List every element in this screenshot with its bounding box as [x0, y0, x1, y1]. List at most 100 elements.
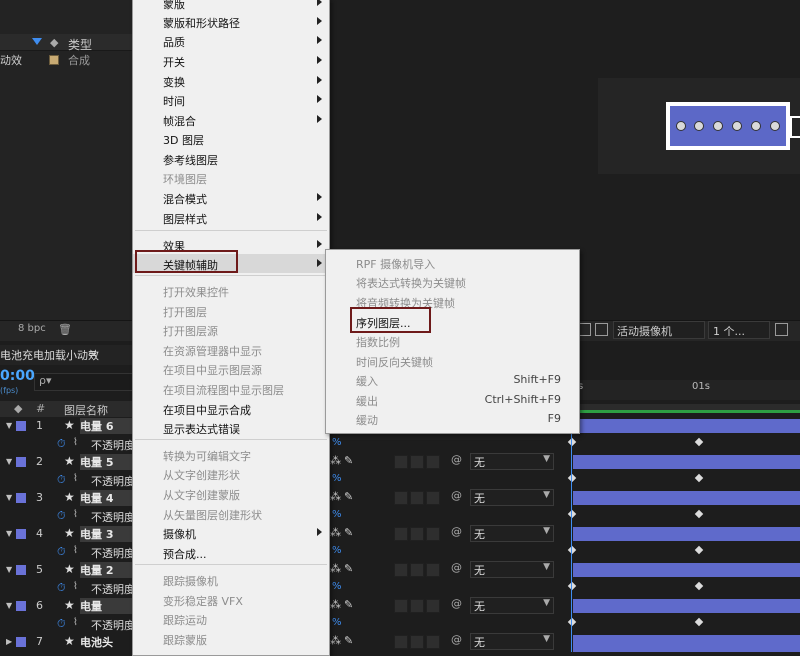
quality-switch-icon[interactable]: ✎ — [344, 634, 353, 647]
layer-name[interactable]: 电量 6 — [80, 418, 132, 434]
layer-duration-bar[interactable] — [573, 491, 800, 505]
menu-item-layer-styles[interactable]: 图层样式 — [133, 208, 329, 227]
menu-item-pre-compose[interactable]: 预合成... — [133, 543, 329, 562]
menu-item-open-effect-controls[interactable]: 打开效果控件 — [133, 281, 329, 300]
menu-item-create-shapes-from-text[interactable]: 从文字创建形状 — [133, 464, 329, 483]
layer-duration-bar[interactable] — [573, 563, 800, 577]
camera-select[interactable]: 活动摄像机 — [613, 321, 705, 339]
switch-box[interactable] — [426, 455, 440, 469]
parent-select[interactable]: 无 ▼ — [470, 633, 554, 650]
keyframe[interactable] — [567, 509, 577, 519]
switch-box[interactable] — [426, 599, 440, 613]
shy-switch-icon[interactable]: ⁂ — [330, 454, 341, 467]
quality-switch-icon[interactable]: ✎ — [344, 526, 353, 539]
menu-item-exponential-scale[interactable]: 指数比例 — [326, 331, 579, 350]
layer-duration-bar[interactable] — [573, 419, 800, 433]
expand-arrow-icon[interactable]: ▼ — [6, 565, 12, 574]
timeline-tab[interactable]: 电池充电加载小动效 ≡ — [0, 345, 132, 365]
layer-name[interactable]: 电量 4 — [80, 490, 132, 506]
shy-switch-icon[interactable]: ⁂ — [330, 526, 341, 539]
switch-box[interactable] — [426, 527, 440, 541]
menu-item-create-shapes-from-vector[interactable]: 从矢量图层创建形状 — [133, 504, 329, 523]
motion-blur-icon[interactable]: @ — [451, 633, 462, 646]
quality-switch-icon[interactable]: ✎ — [344, 598, 353, 611]
grid-icon[interactable] — [595, 323, 608, 336]
bpc-button[interactable]: 8 bpc — [18, 323, 46, 334]
keyframe[interactable] — [567, 545, 577, 555]
graph-icon[interactable]: ⌇ — [73, 581, 78, 592]
layer-row[interactable]: ▼ 5 ★ 电量 2 — [0, 561, 132, 579]
layer-color-swatch[interactable] — [16, 421, 26, 431]
layer-color-swatch[interactable] — [16, 457, 26, 467]
switch-box[interactable] — [410, 527, 424, 541]
keyframe[interactable] — [567, 617, 577, 627]
view-options-icon[interactable] — [775, 323, 788, 336]
property-row[interactable]: ⏱ ⌇ 不透明度 — [0, 615, 135, 633]
menu-item-track-mask[interactable]: 跟踪蒙版 — [133, 629, 329, 648]
menu-item-track-camera[interactable]: 跟踪摄像机 — [133, 570, 329, 589]
menu-item-reveal-comp-in-project[interactable]: 在项目中显示合成 — [133, 399, 329, 418]
opacity-value[interactable]: % — [332, 545, 342, 556]
switch-box[interactable] — [394, 527, 408, 541]
switch-box[interactable] — [426, 563, 440, 577]
motion-blur-icon[interactable]: @ — [451, 489, 462, 502]
menu-item-open-layer-source[interactable]: 打开图层源 — [133, 320, 329, 339]
menu-item-warp-stabilizer[interactable]: 变形稳定器 VFX — [133, 590, 329, 609]
layer-name[interactable]: 电量 — [80, 598, 132, 614]
menu-item-switches[interactable]: 开关 — [133, 51, 329, 70]
layer-row[interactable]: ▼ 6 ★ 电量 — [0, 597, 132, 615]
shy-switch-icon[interactable]: ⁂ — [330, 490, 341, 503]
stopwatch-icon[interactable]: ⏱ — [57, 509, 66, 523]
expand-arrow-icon[interactable]: ▼ — [6, 493, 12, 502]
keyframe[interactable] — [694, 473, 704, 483]
stopwatch-icon[interactable]: ⏱ — [57, 437, 66, 451]
keyframe[interactable] — [694, 581, 704, 591]
motion-blur-icon[interactable]: @ — [451, 453, 462, 466]
layer-row[interactable]: ▼ 1 ★ 电量 6 — [0, 417, 132, 435]
layer-row[interactable]: ▼ 4 ★ 电量 3 — [0, 525, 132, 543]
menu-item-time-reverse-keyframes[interactable]: 时间反向关键帧 — [326, 351, 579, 370]
graph-icon[interactable]: ⌇ — [73, 509, 78, 520]
keyframe[interactable] — [567, 581, 577, 591]
opacity-value[interactable]: % — [332, 509, 342, 520]
parent-select[interactable]: 无 ▼ — [470, 561, 554, 578]
property-row[interactable]: ⏱ ⌇ 不透明度 — [0, 579, 135, 597]
property-row[interactable]: ⏱ ⌇ 不透明度 — [0, 507, 135, 525]
column-number[interactable]: # — [36, 402, 45, 415]
menu-item-environment-layer[interactable]: 环境图层 — [133, 168, 329, 187]
keyframe[interactable] — [567, 437, 577, 447]
property-row[interactable]: ⏱ ⌇ 不透明度 — [0, 435, 135, 453]
layer-search-input[interactable]: ρ▾ — [34, 373, 134, 391]
switch-box[interactable] — [394, 599, 408, 613]
keyframe[interactable] — [694, 437, 704, 447]
layer-duration-bar[interactable] — [573, 599, 800, 613]
graph-icon[interactable]: ⌇ — [73, 617, 78, 628]
parent-select[interactable]: 无 ▼ — [470, 525, 554, 542]
views-select[interactable]: 1 个... — [708, 321, 770, 339]
keyframe[interactable] — [694, 545, 704, 555]
menu-item-create-masks-from-text[interactable]: 从文字创建蒙版 — [133, 484, 329, 503]
expand-arrow-icon[interactable]: ▼ — [6, 421, 12, 430]
graph-icon[interactable]: ⌇ — [73, 473, 78, 484]
switch-box[interactable] — [394, 455, 408, 469]
menu-item-easy-ease-in[interactable]: 缓入 Shift+F9 — [326, 370, 579, 389]
menu-item-time[interactable]: 时间 — [133, 90, 329, 109]
expand-arrow-icon[interactable]: ▼ — [6, 529, 12, 538]
layer-color-swatch[interactable] — [16, 529, 26, 539]
graph-icon[interactable]: ⌇ — [73, 545, 78, 556]
quality-switch-icon[interactable]: ✎ — [344, 490, 353, 503]
menu-item-blending-mode[interactable]: 混合模式 — [133, 188, 329, 207]
keyframe[interactable] — [694, 509, 704, 519]
layer-name[interactable]: 电量 3 — [80, 526, 132, 542]
layer-color-swatch[interactable] — [16, 637, 26, 647]
menu-item-mask[interactable]: 蒙版 — [133, 0, 329, 12]
menu-item-3d-layer[interactable]: 3D 图层 — [133, 129, 329, 148]
switch-box[interactable] — [394, 491, 408, 505]
switch-box[interactable] — [410, 491, 424, 505]
opacity-value[interactable]: % — [332, 473, 342, 484]
parent-select[interactable]: 无 ▼ — [470, 597, 554, 614]
layer-color-swatch[interactable] — [16, 565, 26, 575]
switch-box[interactable] — [426, 635, 440, 649]
layer-name[interactable]: 电量 5 — [80, 454, 132, 470]
layer-duration-bar[interactable] — [573, 635, 800, 652]
